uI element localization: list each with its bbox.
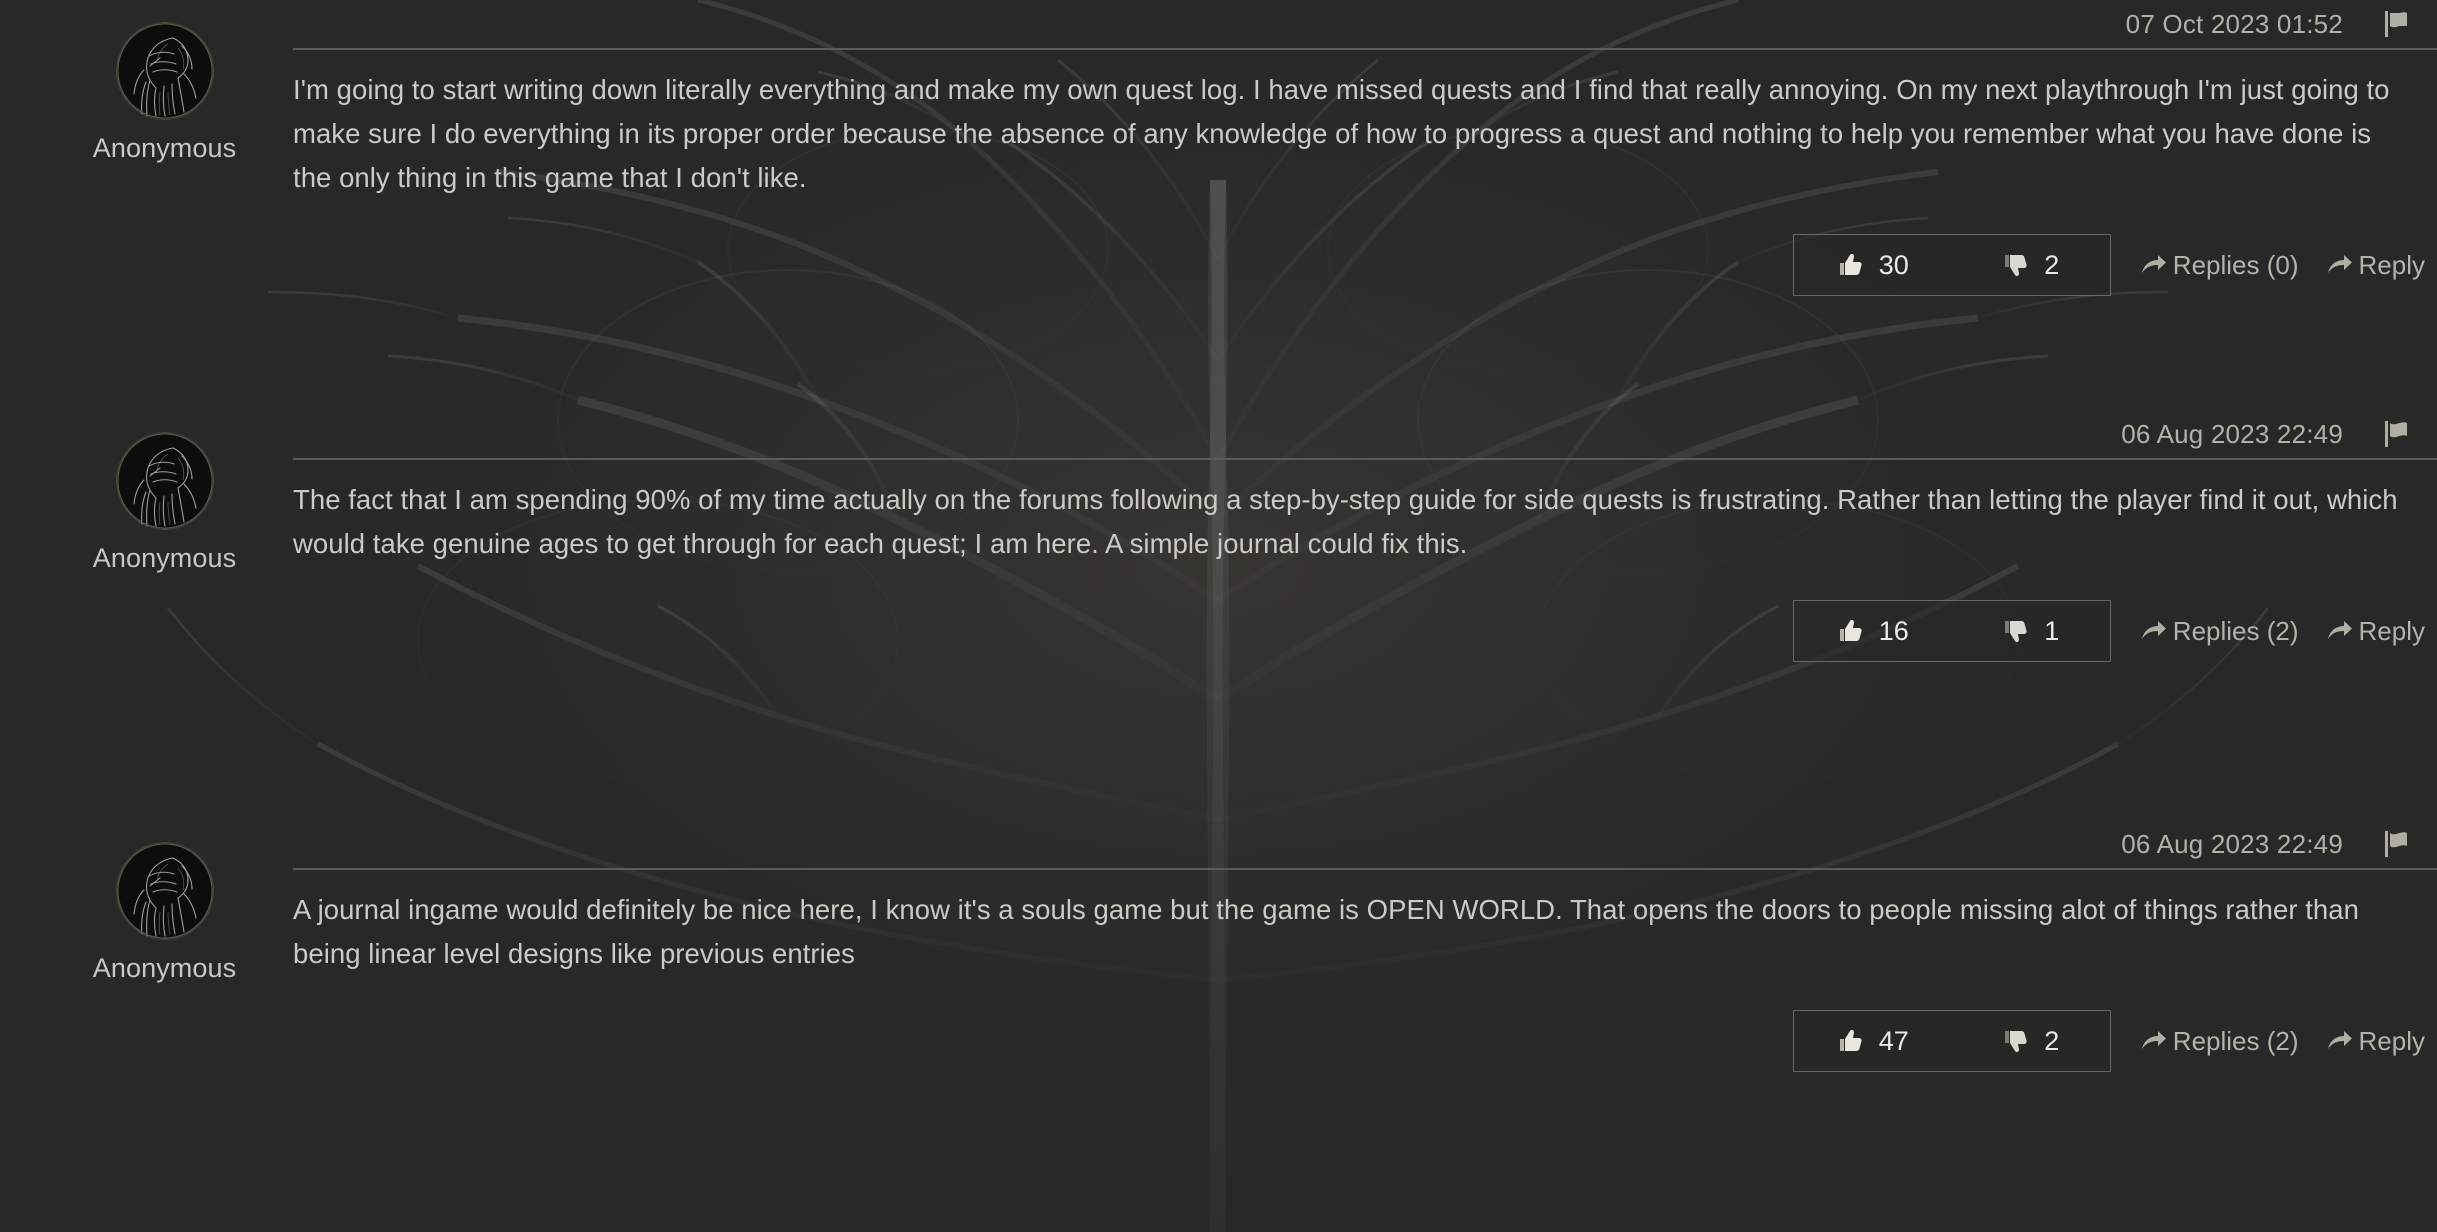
thumbs-down-icon bbox=[2002, 1028, 2028, 1054]
upvote-button[interactable]: 16 bbox=[1794, 601, 1952, 661]
comment-author-name: Anonymous bbox=[92, 133, 237, 163]
comment-item: Anonymous 06 Aug 2023 22:49 A journal in… bbox=[0, 820, 2437, 1200]
reply-link[interactable]: Reply bbox=[2327, 1026, 2425, 1057]
reply-label: Reply bbox=[2358, 1025, 2425, 1056]
comment-timestamp: 06 Aug 2023 22:49 bbox=[2121, 828, 2343, 859]
comment-actions-row: 16 1 Replies (2) Reply bbox=[293, 600, 2437, 662]
comment-list: Anonymous 07 Oct 2023 01:52 I'm going to… bbox=[0, 0, 2437, 1232]
reply-arrow-icon bbox=[2141, 254, 2167, 276]
comment-meta-row: 06 Aug 2023 22:49 bbox=[293, 410, 2437, 458]
knight-avatar-icon[interactable] bbox=[115, 842, 214, 940]
comment-text: I'm going to start writing down literall… bbox=[293, 74, 2390, 193]
flag-icon[interactable] bbox=[2383, 9, 2411, 39]
reply-arrow-icon bbox=[2327, 254, 2353, 276]
comment-text: A journal ingame would definitely be nic… bbox=[293, 894, 2359, 969]
comment-item: Anonymous 07 Oct 2023 01:52 I'm going to… bbox=[0, 0, 2437, 410]
comment-actions-row: 47 2 Replies (2) Reply bbox=[293, 1010, 2437, 1072]
vote-box: 16 1 bbox=[1792, 600, 2111, 662]
replies-label: Replies (2) bbox=[2172, 1025, 2299, 1056]
reply-arrow-icon bbox=[2141, 620, 2167, 642]
replies-label: Replies (2) bbox=[2172, 615, 2299, 646]
knight-avatar-icon[interactable] bbox=[115, 432, 214, 530]
comment-author-column: Anonymous bbox=[36, 410, 293, 574]
downvote-count: 1 bbox=[2044, 615, 2060, 646]
reply-link[interactable]: Reply bbox=[2327, 616, 2425, 647]
replies-link[interactable]: Replies (0) bbox=[2141, 250, 2299, 281]
comment-body-column: 06 Aug 2023 22:49 The fact that I am spe… bbox=[293, 410, 2437, 662]
comment-body-column: 06 Aug 2023 22:49 A journal ingame would… bbox=[293, 820, 2437, 1072]
reply-link[interactable]: Reply bbox=[2327, 250, 2425, 281]
comment-timestamp: 07 Oct 2023 01:52 bbox=[2125, 8, 2343, 39]
upvote-button[interactable]: 47 bbox=[1794, 1011, 1952, 1071]
upvote-button[interactable]: 30 bbox=[1794, 235, 1952, 295]
upvote-count: 16 bbox=[1878, 615, 1909, 646]
comment-meta-row: 07 Oct 2023 01:52 bbox=[293, 0, 2437, 48]
vote-box: 30 2 bbox=[1792, 234, 2111, 296]
thumbs-down-icon bbox=[2002, 618, 2028, 644]
vote-box: 47 2 bbox=[1792, 1010, 2111, 1072]
downvote-count: 2 bbox=[2044, 249, 2060, 280]
knight-avatar-icon[interactable] bbox=[115, 22, 214, 120]
thumbs-up-icon bbox=[1837, 618, 1863, 644]
reply-arrow-icon bbox=[2327, 1030, 2353, 1052]
thumbs-down-icon bbox=[2002, 252, 2028, 278]
downvote-button[interactable]: 2 bbox=[1952, 235, 2110, 295]
reply-label: Reply bbox=[2358, 249, 2425, 280]
reply-arrow-icon bbox=[2141, 1030, 2167, 1052]
replies-link[interactable]: Replies (2) bbox=[2141, 616, 2299, 647]
thumbs-up-icon bbox=[1837, 1028, 1863, 1054]
replies-link[interactable]: Replies (2) bbox=[2141, 1026, 2299, 1057]
upvote-count: 30 bbox=[1878, 249, 1909, 280]
comment-text: The fact that I am spending 90% of my ti… bbox=[293, 484, 2398, 559]
upvote-count: 47 bbox=[1878, 1025, 1909, 1056]
downvote-button[interactable]: 1 bbox=[1952, 601, 2110, 661]
thumbs-up-icon bbox=[1837, 252, 1863, 278]
comment-item: Anonymous 06 Aug 2023 22:49 The fact tha… bbox=[0, 410, 2437, 820]
flag-icon[interactable] bbox=[2383, 419, 2411, 449]
replies-label: Replies (0) bbox=[2172, 249, 2299, 280]
comment-body-column: 07 Oct 2023 01:52 I'm going to start wri… bbox=[293, 0, 2437, 296]
downvote-count: 2 bbox=[2044, 1025, 2060, 1056]
comment-timestamp: 06 Aug 2023 22:49 bbox=[2121, 418, 2343, 449]
comment-meta-row: 06 Aug 2023 22:49 bbox=[293, 820, 2437, 868]
flag-icon[interactable] bbox=[2383, 829, 2411, 859]
comment-author-name: Anonymous bbox=[92, 953, 237, 983]
comment-actions-row: 30 2 Replies (0) Reply bbox=[293, 234, 2437, 296]
comment-author-column: Anonymous bbox=[36, 820, 293, 984]
downvote-button[interactable]: 2 bbox=[1952, 1011, 2110, 1071]
reply-arrow-icon bbox=[2327, 620, 2353, 642]
comment-author-column: Anonymous bbox=[36, 0, 293, 164]
reply-label: Reply bbox=[2358, 615, 2425, 646]
comment-author-name: Anonymous bbox=[92, 543, 237, 573]
